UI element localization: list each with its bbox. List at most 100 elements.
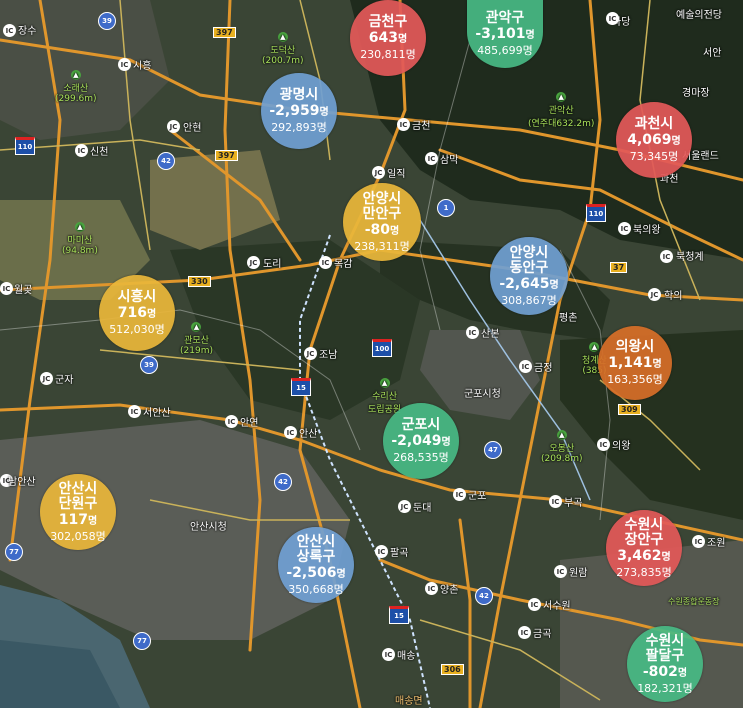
ic-badge[interactable]: IC [597, 438, 610, 451]
label-hakui: 학의 [664, 291, 683, 302]
ic-badge[interactable]: IC [397, 118, 410, 131]
label-sanbon: 산본 [481, 329, 500, 340]
region-population: 302,058명 [50, 529, 106, 543]
region-name: 안양시 [509, 244, 549, 261]
jc-badge[interactable]: JC [648, 288, 661, 301]
region-bubble-gunpo[interactable]: 군포시 -2,049명 268,535명 [383, 403, 459, 479]
region-bubble-suwon-jangan[interactable]: 수원시 장안구 3,462명 273,835명 [606, 510, 682, 586]
label-paljang: 팔곡 [390, 548, 409, 559]
poi-gyeongmajang: 경마장 [682, 88, 710, 99]
ic-badge[interactable]: IC [453, 488, 466, 501]
region-bubble-siheung[interactable]: 시흥시 716명 512,030명 [99, 275, 175, 351]
region-change: 716명 [117, 305, 157, 321]
mountain-dodeoksan: ▲ 도덕산 (200.7m) [262, 32, 304, 66]
jc-badge[interactable]: JC [167, 120, 180, 133]
mountain-gwanmosan: ▲ 관모산 (219m) [180, 322, 213, 356]
ic-badge[interactable]: IC [660, 250, 673, 263]
ic-badge[interactable]: IC [519, 360, 532, 373]
region-name: 안양시 [362, 190, 402, 207]
region-bubble-gwangmyeong[interactable]: 광명시 -2,959명 292,893명 [261, 73, 337, 149]
label-bugurui: 북의왕 [633, 225, 661, 236]
region-bubble-uiwang[interactable]: 의왕시 1,141명 163,356명 [598, 326, 672, 400]
ic-badge[interactable]: IC [528, 598, 541, 611]
label-ansansicheong: 안산시청 [190, 522, 227, 533]
route-330-sign: 330 [188, 276, 211, 287]
region-bubble-geumcheon[interactable]: 금천구 643명 230,811명 [350, 0, 426, 76]
ic-badge[interactable]: IC [425, 152, 438, 165]
ic-badge[interactable]: IC [606, 12, 619, 25]
label-pyeongchon: 평촌 [559, 313, 578, 324]
ic-badge[interactable]: IC [75, 144, 88, 157]
ic-badge[interactable]: IC [618, 222, 631, 235]
label-jowon: 조원 [707, 538, 726, 549]
region-subname: 만안구 [362, 205, 402, 222]
region-population: 238,311명 [354, 239, 410, 253]
ic-badge[interactable]: IC [3, 24, 16, 37]
region-subname: 상록구 [296, 548, 336, 565]
region-name: 금천구 [368, 14, 408, 30]
region-population: 273,835명 [616, 565, 672, 579]
region-population: 308,867명 [501, 293, 557, 307]
region-change: 1,141명 [608, 355, 662, 371]
jc-badge[interactable]: JC [40, 372, 53, 385]
label-seoansan: 서안산 [143, 408, 171, 419]
mountain-sorae: ▲ 소래산 (299.6m) [55, 70, 97, 104]
ic-badge[interactable]: IC [425, 582, 438, 595]
label-seosuwon: 서수원 [543, 601, 571, 612]
region-change: -2,959명 [269, 103, 329, 119]
route-309-sign: 309 [618, 404, 641, 415]
jc-badge[interactable]: JC [398, 500, 411, 513]
label-dundae: 둔대 [413, 503, 432, 514]
region-bubble-ansan-sangrok[interactable]: 안산시 상록구 -2,506명 350,668명 [278, 527, 354, 603]
region-name: 군포시 [401, 417, 441, 433]
ic-badge[interactable]: IC [128, 405, 141, 418]
ic-badge[interactable]: IC [319, 256, 332, 269]
ic-badge[interactable]: IC [692, 535, 705, 548]
region-change: -2,049명 [391, 433, 451, 449]
ic-badge[interactable]: IC [549, 495, 562, 508]
region-bubble-anyang-dongan[interactable]: 안양시 동안구 -2,645명 308,867명 [490, 237, 568, 315]
mountain-obongsan: ▲ 오봉산 (209.8m) [541, 430, 583, 464]
label-joam: 조남 [319, 350, 338, 361]
region-subname: 동안구 [509, 259, 549, 276]
ic-badge[interactable]: IC [382, 648, 395, 661]
ic-badge[interactable]: IC [225, 415, 238, 428]
region-population: 230,811명 [360, 48, 416, 61]
ic-badge[interactable]: IC [118, 58, 131, 71]
ic-badge[interactable]: IC [518, 626, 531, 639]
map-canvas[interactable]: 장수 IC IC 시흥 JC 안현 IC 신천 IC 금천 IC 삼막 JC 일… [0, 0, 743, 708]
label-bukcheonggye: 북청계 [676, 252, 704, 263]
region-bubble-ansan-danwon[interactable]: 안산시 단원구 117명 302,058명 [40, 474, 116, 550]
ic-badge[interactable]: IC [554, 565, 567, 578]
label-gunposicheong: 군포시청 [464, 389, 501, 400]
ic-badge[interactable]: IC [0, 282, 13, 295]
jc-badge[interactable]: JC [372, 166, 385, 179]
label-mokgam: 목감 [334, 259, 353, 270]
mountain-icon: ▲ [277, 32, 288, 42]
jc-badge[interactable]: JC [247, 256, 260, 269]
region-change: -3,101명 [475, 26, 535, 42]
route-39-sign: 39 [98, 12, 116, 30]
ic-badge[interactable]: IC [466, 326, 479, 339]
route-42-sign: 42 [157, 152, 175, 170]
route-39-sign: 39 [140, 356, 158, 374]
region-change: 117명 [58, 511, 98, 528]
mountain-gwanaksan: ▲ 관악산 (연주대632.2m) [528, 92, 595, 129]
label-sincheon: 신천 [90, 147, 109, 158]
region-population: 73,345명 [629, 150, 679, 163]
jc-badge[interactable]: JC [304, 347, 317, 360]
label-geumcheon-ic: 금천 [412, 121, 431, 132]
region-bubble-gwacheon[interactable]: 과천시 4,069명 73,345명 [616, 102, 692, 178]
label-jangsu: 장수 [18, 26, 37, 37]
expressway-110-sign: 110 [15, 137, 35, 155]
region-bubble-anyang-manan[interactable]: 안양시 만안구 -80명 238,311명 [343, 183, 421, 261]
label-geumgok: 금곡 [533, 629, 552, 640]
label-bugok: 부곡 [564, 498, 583, 509]
ic-badge[interactable]: IC [284, 426, 297, 439]
route-77-sign: 77 [5, 543, 23, 561]
route-42-sign: 42 [475, 587, 493, 605]
label-maesongmyeon: 매송면 [395, 696, 423, 707]
region-bubble-suwon-paldal[interactable]: 수원시 팔달구 -802명 182,321명 [627, 626, 703, 702]
label-ilji: 일직 [387, 169, 406, 180]
ic-badge[interactable]: IC [375, 545, 388, 558]
